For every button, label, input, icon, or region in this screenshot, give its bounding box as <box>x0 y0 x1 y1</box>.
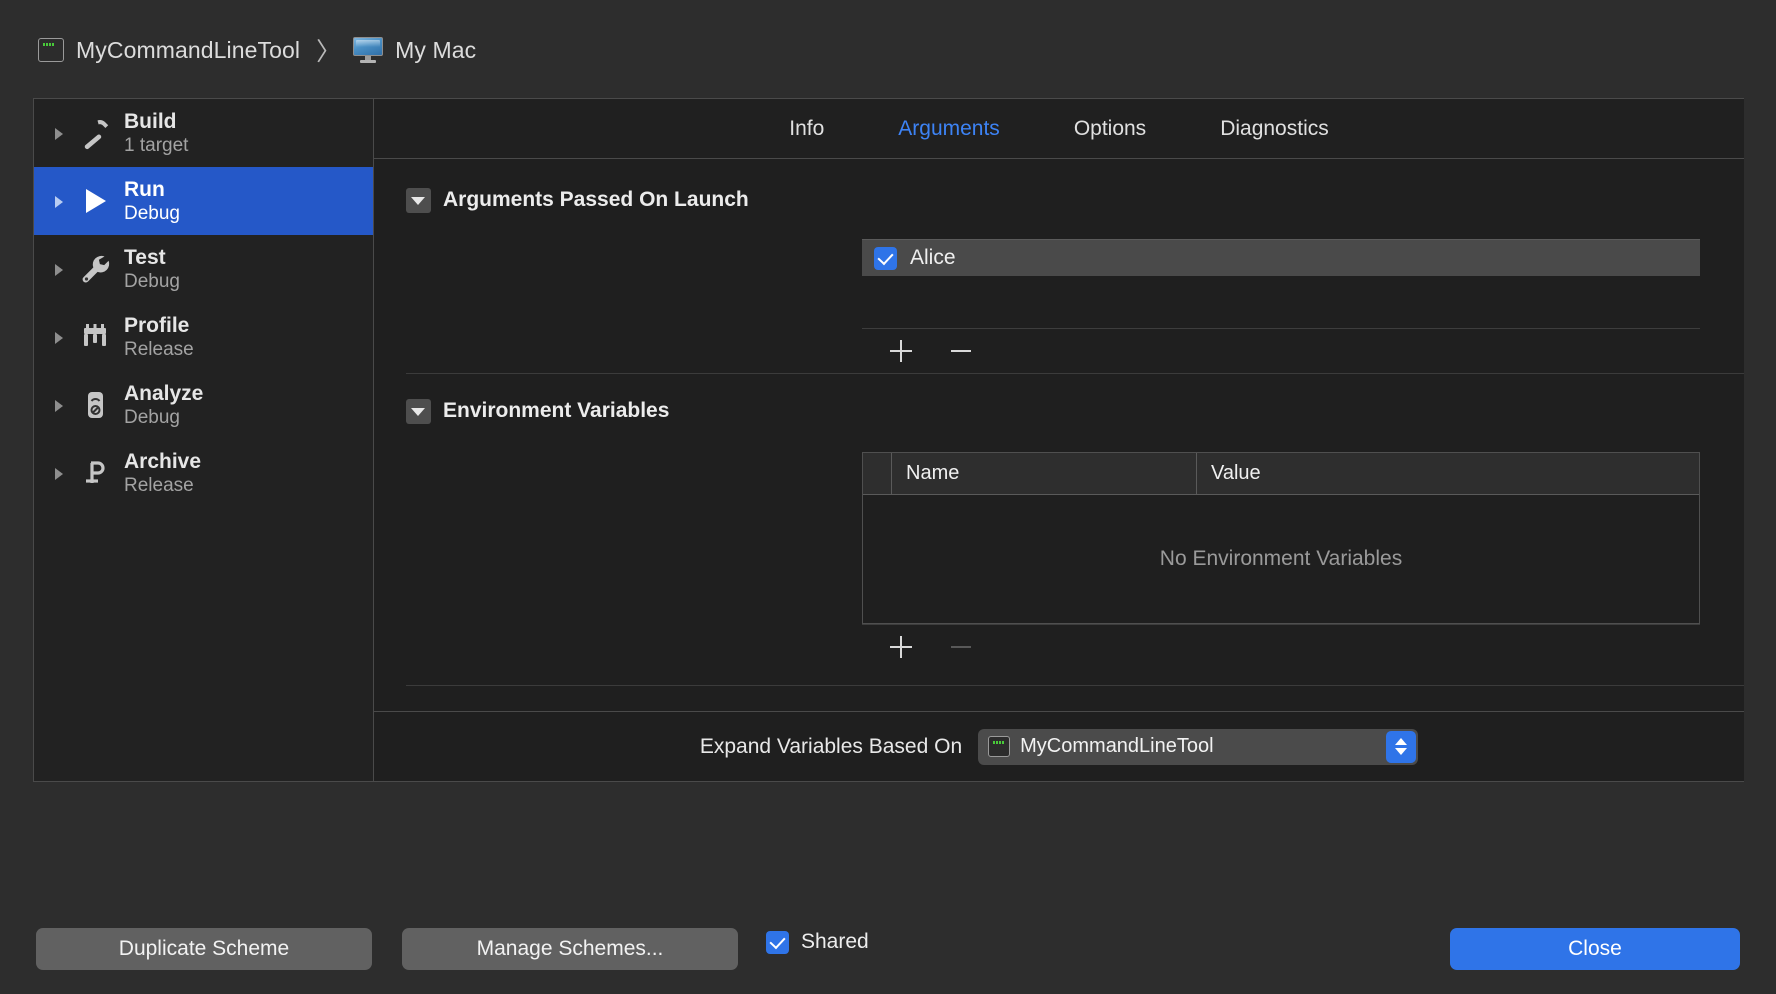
play-icon <box>76 182 114 220</box>
sidebar-item-test[interactable]: Test Debug <box>34 235 373 303</box>
scheme-panel: Build 1 target Run Debug Test Debug Prof… <box>33 98 1744 782</box>
sidebar-item-subtitle: 1 target <box>124 134 189 156</box>
add-environment-variable-button[interactable] <box>882 628 920 666</box>
disclosure-triangle-icon[interactable] <box>52 465 68 481</box>
sidebar-item-title: Archive <box>124 449 202 473</box>
argument-value[interactable]: Alice <box>910 246 956 270</box>
table-header-row: Name Value <box>863 453 1699 495</box>
scheme-content: Info Arguments Options Diagnostics Argum… <box>374 99 1744 781</box>
manage-schemes-button[interactable]: Manage Schemes... <box>402 928 738 970</box>
sidebar-item-archive[interactable]: Archive Release <box>34 439 373 507</box>
environment-section-title: Environment Variables <box>443 399 670 422</box>
expand-variables-label: Expand Variables Based On <box>699 734 963 758</box>
sidebar-item-title: Profile <box>124 313 190 337</box>
tab-arguments[interactable]: Arguments <box>898 117 1000 141</box>
plus-icon <box>889 635 913 659</box>
sidebar-item-text: Profile Release <box>124 313 194 362</box>
disclosure-triangle-icon[interactable] <box>52 125 68 141</box>
shared-checkbox-group[interactable]: Shared <box>766 930 869 954</box>
argument-enabled-checkbox[interactable] <box>874 246 897 270</box>
chevron-updown-icon[interactable] <box>1386 730 1417 763</box>
bottom-toolbar: Duplicate Scheme Manage Schemes... Share… <box>0 782 1776 994</box>
environment-empty-text: No Environment Variables <box>1159 547 1403 570</box>
command-line-tool-icon <box>38 38 64 62</box>
environment-variables-table: Name Value No Environment Variables <box>862 452 1700 624</box>
argument-row[interactable]: Alice <box>862 239 1700 276</box>
environment-list-controls <box>862 625 1700 669</box>
sidebar-item-subtitle: Debug <box>124 270 180 292</box>
sidebar-item-title: Test <box>124 245 166 269</box>
arguments-section-header: Arguments Passed On Launch <box>374 177 1744 223</box>
scheme-action-sidebar: Build 1 target Run Debug Test Debug Prof… <box>34 99 374 781</box>
sidebar-item-subtitle: Debug <box>124 202 180 224</box>
remove-environment-variable-button <box>942 628 980 666</box>
sidebar-item-run[interactable]: Run Debug <box>34 167 373 235</box>
disclosure-triangle-down-icon[interactable] <box>406 187 431 213</box>
sidebar-item-analyze[interactable]: Analyze Debug <box>34 371 373 439</box>
mac-display-icon <box>353 37 384 63</box>
expand-variables-selected-value: MyCommandLineTool <box>1020 735 1214 757</box>
expand-variables-bar: Expand Variables Based On MyCommandLineT… <box>374 711 1744 781</box>
tab-diagnostics[interactable]: Diagnostics <box>1220 117 1329 141</box>
wrench-icon <box>76 250 114 288</box>
sidebar-item-build[interactable]: Build 1 target <box>34 99 373 167</box>
analyze-icon <box>76 386 114 424</box>
disclosure-triangle-icon[interactable] <box>52 397 68 413</box>
add-argument-button[interactable] <box>882 332 920 370</box>
sidebar-item-text: Archive Release <box>124 449 201 498</box>
section-separator <box>406 685 1744 686</box>
scheme-editor-window: MyCommandLineTool 〉 My Mac Build 1 targe… <box>0 0 1776 994</box>
sidebar-item-title: Run <box>124 177 165 201</box>
breadcrumb: MyCommandLineTool 〉 My Mac <box>38 32 476 68</box>
scheme-name-label[interactable]: MyCommandLineTool <box>76 37 300 64</box>
close-button[interactable]: Close <box>1450 928 1740 970</box>
tab-info[interactable]: Info <box>789 117 824 141</box>
sidebar-item-text: Test Debug <box>124 245 180 294</box>
sidebar-item-profile[interactable]: Profile Release <box>34 303 373 371</box>
tab-options[interactable]: Options <box>1074 117 1146 141</box>
sidebar-item-title: Analyze <box>124 381 204 405</box>
column-header-value[interactable]: Value <box>1196 453 1699 494</box>
gauge-icon <box>76 318 114 356</box>
sidebar-item-text: Run Debug <box>124 177 180 226</box>
shared-label: Shared <box>801 930 869 953</box>
column-header-name[interactable]: Name <box>891 453 1196 494</box>
sidebar-item-subtitle: Release <box>124 338 194 360</box>
hammer-icon <box>76 114 114 152</box>
breadcrumb-separator-icon: 〉 <box>316 38 342 66</box>
sidebar-item-subtitle: Debug <box>124 406 180 428</box>
environment-empty-state: No Environment Variables <box>863 495 1699 623</box>
environment-section-header: Environment Variables <box>374 388 1744 434</box>
remove-argument-button[interactable] <box>942 332 980 370</box>
destination-name-label[interactable]: My Mac <box>395 37 476 64</box>
arguments-list: Alice <box>374 239 1744 373</box>
expand-variables-dropdown[interactable]: MyCommandLineTool <box>978 728 1419 765</box>
duplicate-scheme-button[interactable]: Duplicate Scheme <box>36 928 372 970</box>
archive-icon <box>76 454 114 492</box>
disclosure-triangle-down-icon[interactable] <box>406 398 431 424</box>
minus-icon <box>949 635 973 659</box>
titlebar: MyCommandLineTool 〉 My Mac <box>0 0 1776 100</box>
sidebar-item-text: Build 1 target <box>124 109 188 158</box>
disclosure-triangle-icon[interactable] <box>52 193 68 209</box>
disclosure-triangle-icon[interactable] <box>52 329 68 345</box>
arguments-section-title: Arguments Passed On Launch <box>443 188 749 211</box>
command-line-tool-icon <box>988 736 1011 757</box>
disclosure-triangle-icon[interactable] <box>52 261 68 277</box>
sidebar-item-subtitle: Release <box>124 474 194 496</box>
tab-bar: Info Arguments Options Diagnostics <box>374 99 1744 159</box>
arguments-list-controls <box>862 329 1700 373</box>
minus-icon <box>949 339 973 363</box>
plus-icon <box>889 339 913 363</box>
sidebar-item-text: Analyze Debug <box>124 381 203 430</box>
sidebar-item-title: Build <box>124 109 177 133</box>
shared-checkbox[interactable] <box>766 930 789 954</box>
arguments-pane: Arguments Passed On Launch Alice Environ… <box>374 159 1744 711</box>
